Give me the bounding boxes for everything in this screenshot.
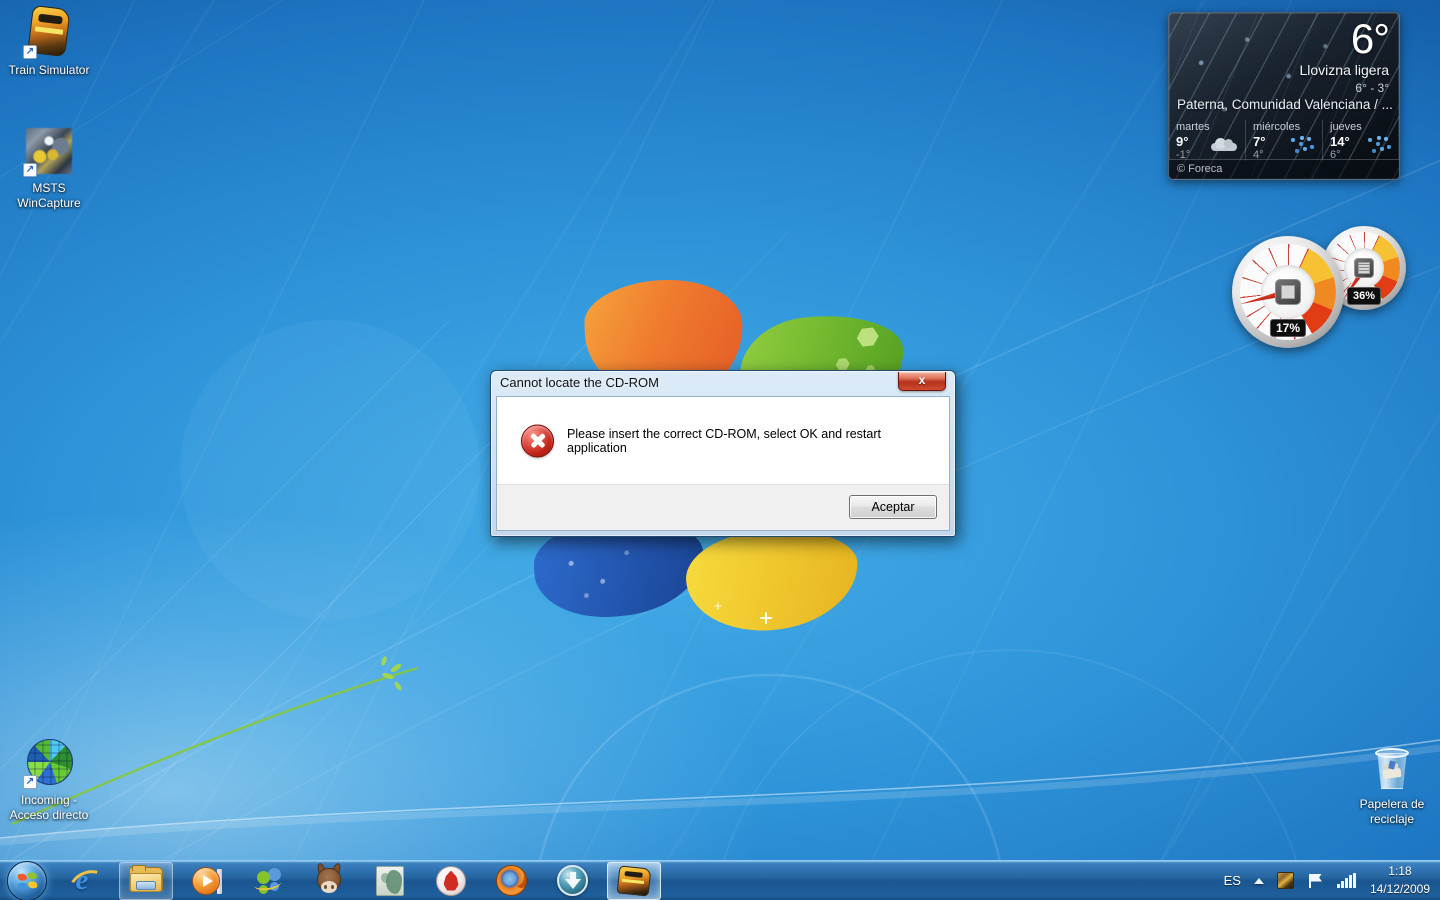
wallpaper-sparkle — [714, 602, 721, 609]
donkey-icon — [313, 866, 345, 896]
taskbar-item-red-flame-app[interactable] — [424, 862, 478, 900]
desktop-icon-label: Incoming - Acceso directo — [2, 793, 96, 823]
green-gray-art-icon — [376, 866, 404, 896]
desktop-icon-label: Train Simulator — [2, 63, 96, 78]
cpu-meter-gadget[interactable]: 36% 17% — [1232, 226, 1410, 352]
system-tray: ES 1:18 14/12/2009 — [1224, 861, 1440, 900]
taskbar-item-download-manager[interactable] — [546, 862, 600, 900]
dialog-button-row: Aceptar — [497, 484, 949, 530]
train-simulator-icon — [616, 865, 651, 896]
desktop: Train Simulator MSTS WinCapture Incoming… — [0, 0, 1440, 900]
cloudy-icon — [1211, 136, 1239, 154]
taskbar-item-train-simulator[interactable] — [607, 862, 661, 900]
weather-location[interactable]: Paterna, Comunidad Valenciana / ... — [1177, 97, 1393, 112]
error-icon — [521, 424, 554, 457]
clock-time: 1:18 — [1370, 863, 1430, 880]
dialog-message: Please insert the correct CD-ROM, select… — [567, 427, 935, 455]
day-temperature-range: 6° - 3° — [1355, 81, 1389, 95]
taskbar: e — [0, 860, 1440, 900]
messenger-buddies-icon — [252, 866, 284, 896]
show-hidden-icons-arrow[interactable] — [1254, 878, 1264, 884]
weather-gadget[interactable]: 6° Llovizna ligera 6° - 3° Paterna, Comu… — [1168, 12, 1400, 180]
clock-date: 14/12/2009 — [1370, 881, 1430, 898]
start-button[interactable] — [0, 861, 54, 900]
windows-start-orb-icon — [7, 861, 47, 900]
red-flame-orb-icon — [436, 866, 466, 896]
cpu-usage-value: 17% — [1270, 319, 1306, 337]
memory-usage-value: 36% — [1347, 287, 1381, 305]
dialog-body: Please insert the correct CD-ROM, select… — [496, 396, 950, 531]
taskbar-item-windows-explorer[interactable] — [119, 862, 173, 900]
network-signal-icon[interactable] — [1337, 873, 1357, 889]
desktop-icon-msts-wincapture[interactable]: MSTS WinCapture — [2, 124, 96, 211]
taskbar-item-emule[interactable] — [302, 862, 356, 900]
close-button[interactable]: x — [898, 372, 946, 391]
rain-icon — [1288, 136, 1316, 154]
accept-button[interactable]: Aceptar — [849, 495, 937, 519]
shortcut-arrow-icon — [23, 163, 37, 177]
desktop-icon-label: Papelera de reciclaje — [1345, 797, 1439, 827]
folder-icon — [129, 867, 163, 894]
taskbar-item-internet-explorer[interactable]: e — [58, 862, 112, 900]
weather-attribution: © Foreca — [1169, 159, 1399, 179]
desktop-icon-incoming[interactable]: Incoming - Acceso directo — [2, 736, 96, 823]
down-arrow-orb-icon — [557, 865, 588, 896]
media-player-icon — [192, 866, 222, 896]
forecast-day[interactable]: jueves 14° 6° — [1322, 120, 1399, 161]
forecast-row: martes 9° -1° miércoles 7° 4° jueves 14°… — [1169, 120, 1399, 161]
tray-app-icon[interactable] — [1277, 872, 1294, 889]
wallpaper-logo-yellow-pane — [685, 522, 860, 637]
recycle-bin-icon — [1375, 743, 1409, 791]
taskbar-apps: e — [0, 861, 664, 900]
ram-chip-icon — [1354, 258, 1374, 278]
current-temperature: 6° — [1351, 15, 1389, 63]
taskbar-item-messenger[interactable] — [241, 862, 295, 900]
taskbar-item-pinned-app[interactable] — [363, 862, 417, 900]
desktop-icon-label: MSTS WinCapture — [2, 181, 96, 211]
taskbar-item-media-player[interactable] — [180, 862, 234, 900]
taskbar-item-firefox[interactable] — [485, 862, 539, 900]
shortcut-arrow-icon — [23, 45, 37, 59]
wallpaper-sparkle — [760, 612, 772, 624]
internet-explorer-icon: e — [69, 865, 101, 897]
weather-condition: Llovizna ligera — [1300, 62, 1390, 78]
action-center-flag-icon[interactable] — [1307, 873, 1324, 889]
error-dialog: Cannot locate the CD-ROM x Please insert… — [490, 370, 956, 537]
firefox-icon — [496, 865, 527, 896]
desktop-icon-train-simulator[interactable]: Train Simulator — [2, 6, 96, 78]
desktop-icon-recycle-bin[interactable]: Papelera de reciclaje — [1345, 740, 1439, 827]
shortcut-arrow-icon — [23, 775, 37, 789]
clock[interactable]: 1:18 14/12/2009 — [1370, 863, 1430, 898]
dialog-title[interactable]: Cannot locate the CD-ROM — [491, 371, 955, 395]
forecast-day[interactable]: martes 9° -1° — [1169, 120, 1245, 161]
language-indicator[interactable]: ES — [1224, 873, 1241, 888]
cpu-chip-icon — [1275, 279, 1301, 305]
forecast-day[interactable]: miércoles 7° 4° — [1245, 120, 1322, 161]
rain-icon — [1365, 136, 1393, 154]
cpu-gauge[interactable]: 17% — [1232, 236, 1344, 348]
